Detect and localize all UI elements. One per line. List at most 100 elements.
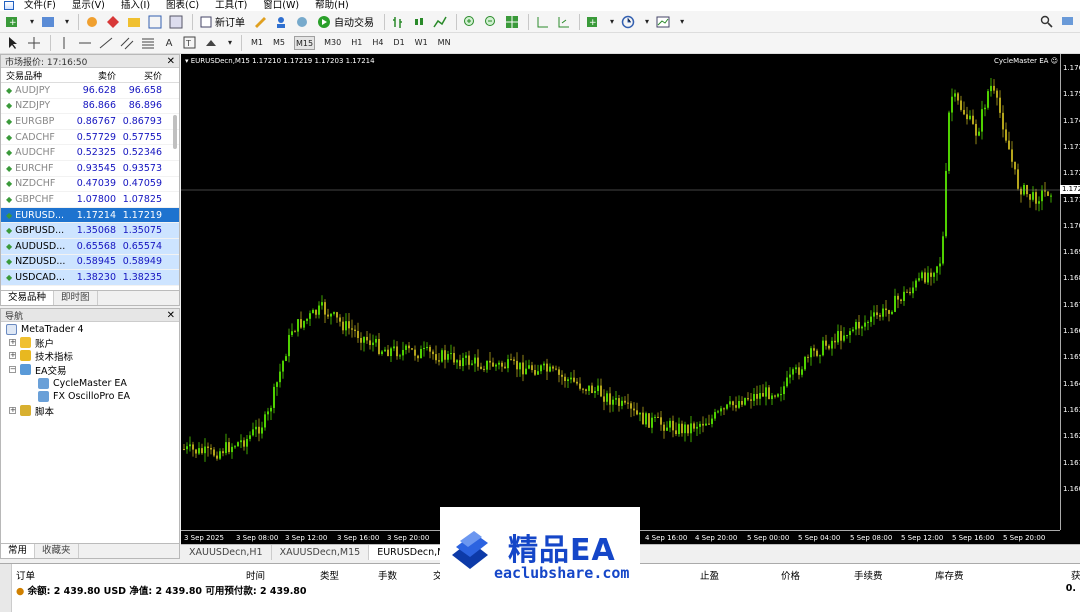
timeframe-m15[interactable]: M15 [294, 36, 316, 50]
terminal-icon[interactable] [146, 13, 164, 31]
column-order[interactable]: 订单 [16, 568, 35, 582]
quote-row[interactable]: ◆ EURGBP 0.86767 0.86793 [1, 114, 179, 130]
dropdown-arrow-icon[interactable]: ▾ [609, 15, 615, 29]
search-icon[interactable] [1038, 13, 1056, 31]
indicators-icon[interactable]: + [584, 13, 602, 31]
expand-icon[interactable]: + [9, 339, 16, 346]
text-label-icon[interactable]: T [181, 34, 199, 52]
cursor-icon[interactable] [4, 34, 22, 52]
autoscroll-icon[interactable] [554, 13, 572, 31]
column-lots[interactable]: 手数 [378, 568, 397, 582]
tab-common[interactable]: 常用 [1, 544, 36, 558]
data-window-icon[interactable] [104, 13, 122, 31]
tree-experts[interactable]: − EA交易 [9, 363, 67, 377]
bar-chart-icon[interactable] [389, 13, 407, 31]
metaeditor-icon[interactable] [251, 13, 269, 31]
trendline-icon[interactable] [97, 34, 115, 52]
vertical-line-icon[interactable] [55, 34, 73, 52]
scrollbar-thumb[interactable] [173, 115, 177, 149]
chart-window[interactable]: ▾ EURUSDecn,M15 1.17210 1.17219 1.17203 … [181, 54, 1080, 544]
tab-favorites[interactable]: 收藏夹 [35, 544, 79, 558]
column-bid[interactable]: 卖价 [73, 69, 119, 82]
column-price[interactable]: 价格 [781, 568, 800, 582]
menu-view[interactable]: 显示(V) [72, 0, 105, 11]
timeframe-m5[interactable]: M5 [272, 36, 286, 50]
column-symbol[interactable]: 交易品种 [1, 69, 73, 82]
column-swap[interactable]: 库存费 [935, 568, 964, 582]
quote-row[interactable]: ◆ AUDUSD... 0.65568 0.65574 [1, 238, 179, 255]
quote-row[interactable]: ◆ EURUSD... 1.17214 1.17219 [1, 207, 179, 224]
column-take-profit[interactable]: 止盈 [700, 568, 719, 582]
arrows-icon[interactable] [202, 34, 220, 52]
navigator-icon[interactable] [125, 13, 143, 31]
text-icon[interactable]: A [160, 34, 178, 52]
dropdown-arrow-icon[interactable]: ▾ [227, 36, 233, 50]
quote-row[interactable]: ◆ NZDJPY 86.866 86.896 [1, 99, 179, 115]
tree-root[interactable]: MetaTrader 4 [6, 323, 84, 336]
expand-icon[interactable]: + [9, 352, 16, 359]
dropdown-arrow-icon[interactable]: ▾ [64, 15, 70, 29]
quote-row[interactable]: ◆ GBPCHF 1.07800 1.07825 [1, 192, 179, 208]
expand-icon[interactable]: + [9, 407, 16, 414]
quote-row[interactable]: ◆ NZDCHF 0.47039 0.47059 [1, 177, 179, 193]
tree-accounts[interactable]: + 账户 [9, 336, 54, 350]
close-icon[interactable]: ✕ [167, 310, 175, 321]
chart-tab-xauusd-m15[interactable]: XAUUSDecn,M15 [272, 545, 370, 560]
horizontal-line-icon[interactable] [76, 34, 94, 52]
quote-row[interactable]: ◆ AUDJPY 96.628 96.658 [1, 83, 179, 99]
periods-icon[interactable] [619, 13, 637, 31]
crosshair-icon[interactable] [25, 34, 43, 52]
menu-window[interactable]: 窗口(W) [263, 0, 299, 11]
line-chart-icon[interactable] [431, 13, 449, 31]
zoom-in-icon[interactable] [461, 13, 479, 31]
tree-indicators[interactable]: + 技术指标 [9, 349, 73, 363]
tree-ea-oscillopro[interactable]: FX OscilloPro EA [38, 390, 130, 403]
profiles-icon[interactable] [39, 13, 57, 31]
column-commission[interactable]: 手续费 [854, 568, 883, 582]
chat-icon[interactable] [1059, 13, 1077, 31]
timeframe-w1[interactable]: W1 [414, 36, 429, 50]
templates-icon[interactable] [654, 13, 672, 31]
timeframe-d1[interactable]: D1 [392, 36, 405, 50]
new-chart-icon[interactable]: + [4, 13, 22, 31]
market-watch-icon[interactable] [83, 13, 101, 31]
chart-tab-xauusd-h1[interactable]: XAUUSDecn,H1 [181, 545, 272, 560]
menu-charts[interactable]: 图表(C) [166, 0, 199, 11]
equidistant-channel-icon[interactable] [118, 34, 136, 52]
quote-row[interactable]: ◆ EURCHF 0.93545 0.93573 [1, 161, 179, 177]
tile-windows-icon[interactable] [503, 13, 521, 31]
menu-tools[interactable]: 工具(T) [215, 0, 247, 11]
tab-tick-chart[interactable]: 即时图 [54, 291, 98, 305]
dropdown-arrow-icon[interactable]: ▾ [679, 15, 685, 29]
timeframe-h1[interactable]: H1 [350, 36, 363, 50]
price-axis[interactable]: 1.1761.1751.1741.1731.1721.1711.1701.169… [1060, 54, 1080, 530]
timeframe-mn[interactable]: MN [437, 36, 452, 50]
menu-insert[interactable]: 插入(I) [121, 0, 150, 11]
collapse-icon[interactable]: − [9, 366, 16, 373]
menu-file[interactable]: 文件(F) [24, 0, 56, 11]
timeframe-m1[interactable]: M1 [250, 36, 264, 50]
timeframe-m30[interactable]: M30 [323, 36, 342, 50]
timeframe-h4[interactable]: H4 [371, 36, 384, 50]
fibonacci-icon[interactable] [139, 34, 157, 52]
new-order-button[interactable]: 新订单 [197, 13, 248, 31]
column-profit[interactable]: 获 [1071, 568, 1080, 582]
tab-symbols[interactable]: 交易品种 [1, 291, 55, 305]
quote-row[interactable]: ◆ AUDCHF 0.52325 0.52346 [1, 145, 179, 161]
menu-help[interactable]: 帮助(H) [315, 0, 349, 11]
zoom-out-icon[interactable] [482, 13, 500, 31]
account-icon[interactable] [272, 13, 290, 31]
quote-row[interactable]: ◆ NZDUSD... 0.58945 0.58949 [1, 254, 179, 271]
quote-row[interactable]: ◆ CADCHF 0.57729 0.57755 [1, 130, 179, 146]
dropdown-arrow-icon[interactable]: ▾ [644, 15, 650, 29]
quote-row[interactable]: ◆ GBPUSD... 1.35068 1.35075 [1, 223, 179, 239]
close-icon[interactable]: ✕ [167, 56, 175, 67]
chart-shift-icon[interactable] [533, 13, 551, 31]
candlestick-icon[interactable] [410, 13, 428, 31]
column-time[interactable]: 时间 [246, 568, 265, 582]
tree-ea-cyclemaster[interactable]: CycleMaster EA [38, 377, 127, 390]
signals-icon[interactable] [293, 13, 311, 31]
quote-row[interactable]: ◆ USDCAD... 1.38230 1.38235 [1, 270, 179, 286]
dropdown-arrow-icon[interactable]: ▾ [29, 15, 35, 29]
strategy-tester-icon[interactable] [167, 13, 185, 31]
